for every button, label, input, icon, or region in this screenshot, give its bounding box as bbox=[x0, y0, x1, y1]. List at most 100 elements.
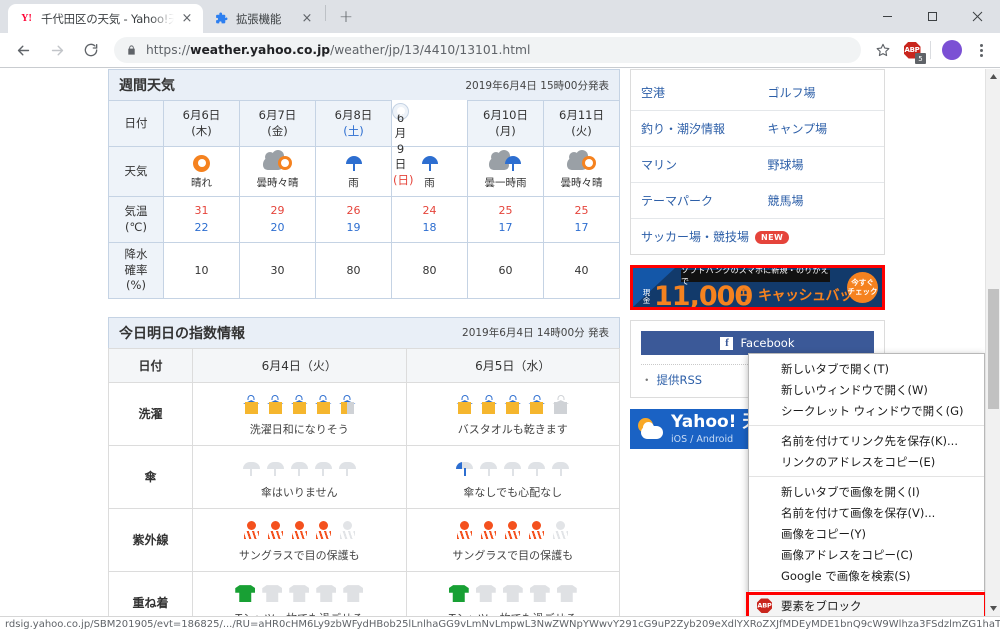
index-caption: 洗濯日和になりそう bbox=[249, 422, 349, 436]
rain-cell-2: 80 bbox=[315, 242, 392, 299]
sidebar-link-golf[interactable]: ゴルフ場 bbox=[758, 75, 885, 111]
weekly-weather-header: 週間天気 2019年6月4日 15時00分発表 bbox=[108, 69, 620, 100]
sidebar-link-marine[interactable]: マリン bbox=[631, 146, 758, 183]
abp-icon: ABP bbox=[757, 598, 772, 613]
toolbar-divider bbox=[930, 41, 931, 59]
tab-extensions[interactable]: 拡張機能 × bbox=[203, 4, 323, 33]
temp-cell-4: 25 17 bbox=[467, 196, 544, 244]
weather-label: 曇時々晴 bbox=[256, 177, 299, 190]
menu-item-block-element[interactable]: ABP 要素をブロック bbox=[746, 592, 987, 616]
tab-title: 千代田区の天気 - Yahoo!天気・災 bbox=[41, 11, 174, 26]
menu-item-save-link-as[interactable]: 名前を付けてリンク先を保存(K)... bbox=[749, 430, 984, 451]
index-col-date: 日付 bbox=[108, 347, 193, 383]
index-cell-laundry-day0: 洗濯日和になりそう bbox=[192, 381, 407, 446]
index-cell-laundry-day1: バスタオルも乾きます bbox=[405, 381, 620, 446]
new-tab-button[interactable]: + bbox=[332, 3, 360, 31]
menu-item-copy-image[interactable]: 画像をコピー(Y) bbox=[749, 523, 984, 544]
ad-cta-circle[interactable]: 今すぐ チェック bbox=[847, 272, 878, 303]
index-caption: バスタオルも乾きます bbox=[457, 422, 568, 436]
uv-sun-icon bbox=[193, 518, 406, 544]
row-label-rain: 降水 確率 (%) bbox=[108, 242, 164, 299]
facebook-button[interactable]: f Facebook bbox=[641, 331, 874, 355]
table-row-weather: 天気 晴れ 曇時々晴 雨 雨 曇一時雨 曇時々晴 bbox=[108, 146, 620, 198]
table-row-uv: 紫外線 サングラスで目の保護も サングラスで目の保護も bbox=[108, 507, 620, 572]
table-row-laundry: 洗濯 洗濯日和になりそう バスタオルも乾きます bbox=[108, 381, 620, 446]
close-icon[interactable] bbox=[955, 1, 1000, 33]
temp-cell-2: 26 19 bbox=[315, 196, 392, 244]
app-banner-subtitle: iOS / Android bbox=[671, 433, 734, 445]
address-bar[interactable]: https://weather.yahoo.co.jp/weather/jp/1… bbox=[114, 37, 861, 63]
menu-item-copy-image-address[interactable]: 画像アドレスをコピー(C) bbox=[749, 544, 984, 565]
sidebar-link-airport[interactable]: 空港 bbox=[631, 75, 758, 111]
row-label-weather: 天気 bbox=[108, 146, 164, 198]
menu-separator bbox=[749, 476, 984, 477]
avatar-icon[interactable] bbox=[939, 37, 965, 63]
index-row-label: 洗濯 bbox=[108, 381, 193, 446]
index-caption: 傘はいりません bbox=[260, 485, 338, 499]
menu-item-open-new-window[interactable]: 新しいウィンドウで開く(W) bbox=[749, 379, 984, 400]
ad-cash-label: 現金 bbox=[642, 288, 651, 305]
table-row-rain: 降水 確率 (%) 10 30 80 80 60 40 bbox=[108, 242, 620, 299]
index-row-label: 紫外線 bbox=[108, 507, 193, 572]
browser-toolbar: https://weather.yahoo.co.jp/weather/jp/1… bbox=[0, 33, 1000, 68]
scroll-down-arrow-icon[interactable] bbox=[986, 601, 1000, 616]
section-title: 今日明日の指数情報 bbox=[119, 325, 245, 342]
sidebar-link-themepark[interactable]: テーマパーク bbox=[631, 182, 758, 219]
status-bar-url: rdsig.yahoo.co.jp/SBM201905/evt=186825/.… bbox=[5, 619, 1000, 630]
menu-item-save-image-as[interactable]: 名前を付けて画像を保存(V)... bbox=[749, 502, 984, 523]
tshirt-icon bbox=[407, 581, 620, 607]
menu-item-copy-link-address[interactable]: リンクのアドレスをコピー(E) bbox=[749, 451, 984, 472]
table-row-temperature: 気温 (℃) 31 22 29 20 26 19 24 18 25 17 25 17 bbox=[108, 196, 620, 244]
facebook-label: Facebook bbox=[740, 336, 795, 350]
menu-item-search-google-image[interactable]: Google で画像を検索(S) bbox=[749, 565, 984, 586]
scrollbar-thumb[interactable] bbox=[988, 289, 999, 409]
laundry-shirt-icon bbox=[407, 392, 620, 418]
context-menu[interactable]: 新しいタブで開く(T) 新しいウィンドウで開く(W) シークレット ウィンドウで… bbox=[746, 353, 987, 616]
temp-cell-5: 25 17 bbox=[543, 196, 620, 244]
rain-cell-0: 10 bbox=[163, 242, 240, 299]
day-header-1: 6月7日 (金) bbox=[239, 99, 316, 148]
menu-item-open-incognito[interactable]: シークレット ウィンドウで開く(G) bbox=[749, 400, 984, 421]
tab-yahoo-weather[interactable]: Y! 千代田区の天気 - Yahoo!天気・災 × bbox=[8, 4, 203, 33]
tab-strip: Y! 千代田区の天気 - Yahoo!天気・災 × 拡張機能 × + bbox=[0, 0, 1000, 33]
app-banner-title: Yahoo! 天 bbox=[671, 411, 760, 432]
umbrella-icon bbox=[316, 152, 391, 174]
uv-sun-icon bbox=[407, 518, 620, 544]
sidebar-link-camp[interactable]: キャンプ場 bbox=[757, 110, 884, 147]
back-arrow-icon[interactable] bbox=[9, 36, 37, 64]
day-header-2: 6月8日 (土) bbox=[315, 99, 392, 148]
minimize-icon[interactable] bbox=[865, 1, 910, 33]
sidebar-link-fishing[interactable]: 釣り・潮汐情報 bbox=[631, 110, 758, 147]
kebab-menu-icon[interactable] bbox=[968, 37, 994, 63]
weekly-weather-table: 日付 6月6日 (木) 6月7日 (金) 6月8日 (土) 6月9日 (日) 6月10日… bbox=[108, 99, 620, 299]
scroll-up-arrow-icon[interactable] bbox=[986, 69, 1000, 84]
day-header-0: 6月6日 (木) bbox=[163, 99, 240, 148]
puzzle-piece-icon bbox=[214, 11, 229, 26]
index-col-day-0: 6月4日（火） bbox=[192, 347, 407, 383]
app-banner-text: Yahoo! 天 iOS / Android bbox=[671, 411, 760, 445]
ad-highlight-box: ソフトバンクのスマホに新規・のりかえで 現金 11,000 円 キャッシュバック… bbox=[630, 265, 885, 310]
reload-icon[interactable] bbox=[77, 36, 105, 64]
tab-close-icon[interactable]: × bbox=[299, 11, 315, 27]
day-header-3: 6月9日 (日) bbox=[392, 102, 413, 187]
weather-cell-0: 晴れ bbox=[163, 146, 240, 198]
maximize-icon[interactable] bbox=[910, 1, 955, 33]
table-row-date: 日付 6月6日 (木) 6月7日 (金) 6月8日 (土) 6月9日 (日) 6月10日… bbox=[108, 99, 620, 187]
table-row-layering: 重ね着 Tシャツ一枚でも過ごせる bbox=[108, 570, 620, 616]
ad-yen-unit: 円 bbox=[737, 289, 751, 304]
sidebar-link-baseball[interactable]: 野球場 bbox=[757, 146, 884, 183]
vertical-scrollbar[interactable] bbox=[985, 69, 1000, 616]
tab-close-icon[interactable]: × bbox=[179, 11, 195, 27]
adblock-plus-icon[interactable]: ABP 5 bbox=[899, 37, 926, 64]
menu-item-open-image-new-tab[interactable]: 新しいタブで画像を開く(I) bbox=[749, 481, 984, 502]
weather-label: 曇一時雨 bbox=[484, 177, 527, 190]
sun-icon bbox=[164, 152, 239, 174]
sidebar-link-racecourse[interactable]: 競馬場 bbox=[757, 182, 884, 219]
table-row-umbrella: 傘 傘はいりません 傘なしでも心配なし bbox=[108, 444, 620, 509]
menu-item-open-new-tab[interactable]: 新しいタブで開く(T) bbox=[749, 358, 984, 379]
sidebar-link-soccer[interactable]: サッカー場・競技場 NEW bbox=[631, 218, 884, 254]
softbank-ad-banner[interactable]: ソフトバンクのスマホに新規・のりかえで 現金 11,000 円 キャッシュバック… bbox=[633, 268, 882, 307]
list-item: テーマパーク 競馬場 bbox=[631, 182, 884, 219]
star-icon[interactable] bbox=[870, 37, 896, 63]
window-controls bbox=[865, 0, 1000, 33]
